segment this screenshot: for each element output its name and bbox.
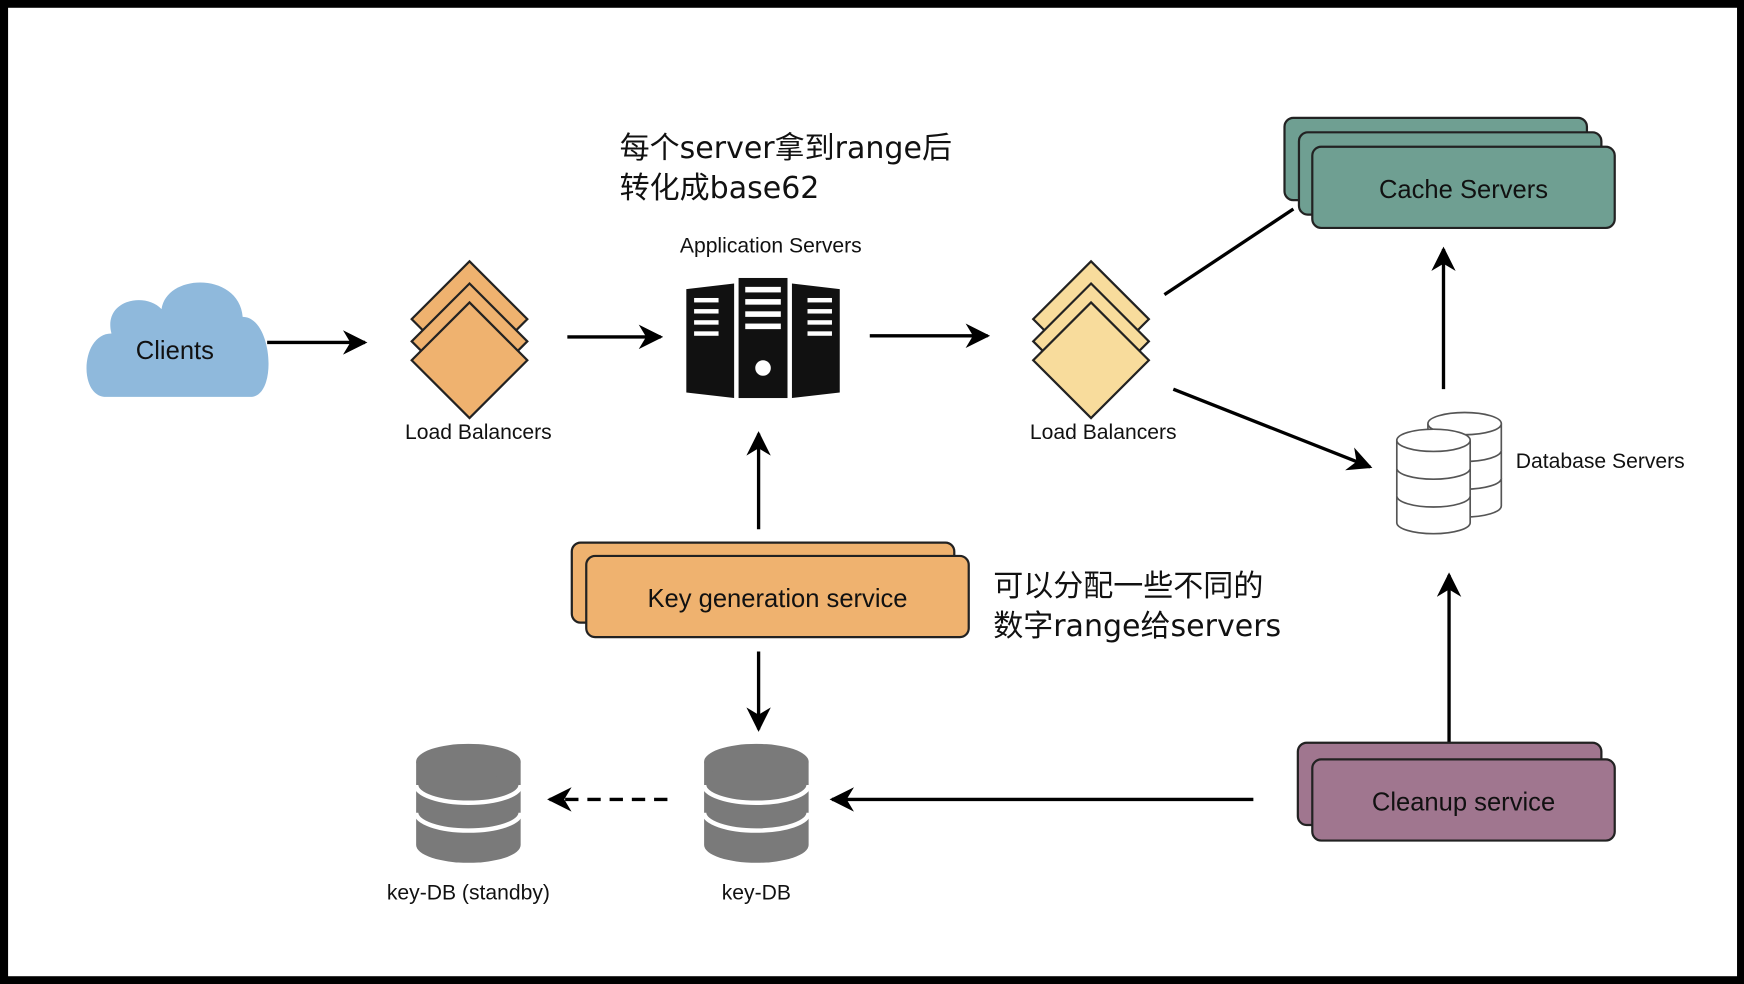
clients-label: Clients	[136, 337, 214, 365]
key-db-label: key-DB	[722, 881, 791, 904]
key-db-standby-icon	[413, 743, 523, 863]
kgs-note-line-2: 数字range给servers	[993, 609, 1281, 644]
app-note-line-2: 转化成base62	[620, 171, 820, 206]
database-servers-icon	[1395, 411, 1503, 535]
cache-servers-label: Cache Servers	[1379, 176, 1548, 204]
cache-servers-stack	[1283, 116, 1616, 230]
lb-right-label: Load Balancers	[1030, 421, 1177, 444]
key-generation-label: Key generation service	[647, 585, 907, 613]
lb-left-label: Load Balancers	[405, 421, 552, 444]
cleanup-label: Cleanup service	[1372, 789, 1555, 817]
database-servers-label: Database Servers	[1516, 450, 1685, 473]
key-db-standby-label: key-DB (standby)	[387, 881, 550, 904]
app-servers-label: Application Servers	[680, 234, 862, 257]
key-db-icon	[701, 743, 811, 863]
app-note-line-1: 每个server拿到range后	[620, 131, 952, 166]
system-design-diagram: Clients Load Balancers Load Balancers Ap…	[0, 0, 1744, 984]
kgs-note-line-1: 可以分配一些不同的	[993, 569, 1263, 604]
application-servers-icon	[686, 277, 840, 399]
